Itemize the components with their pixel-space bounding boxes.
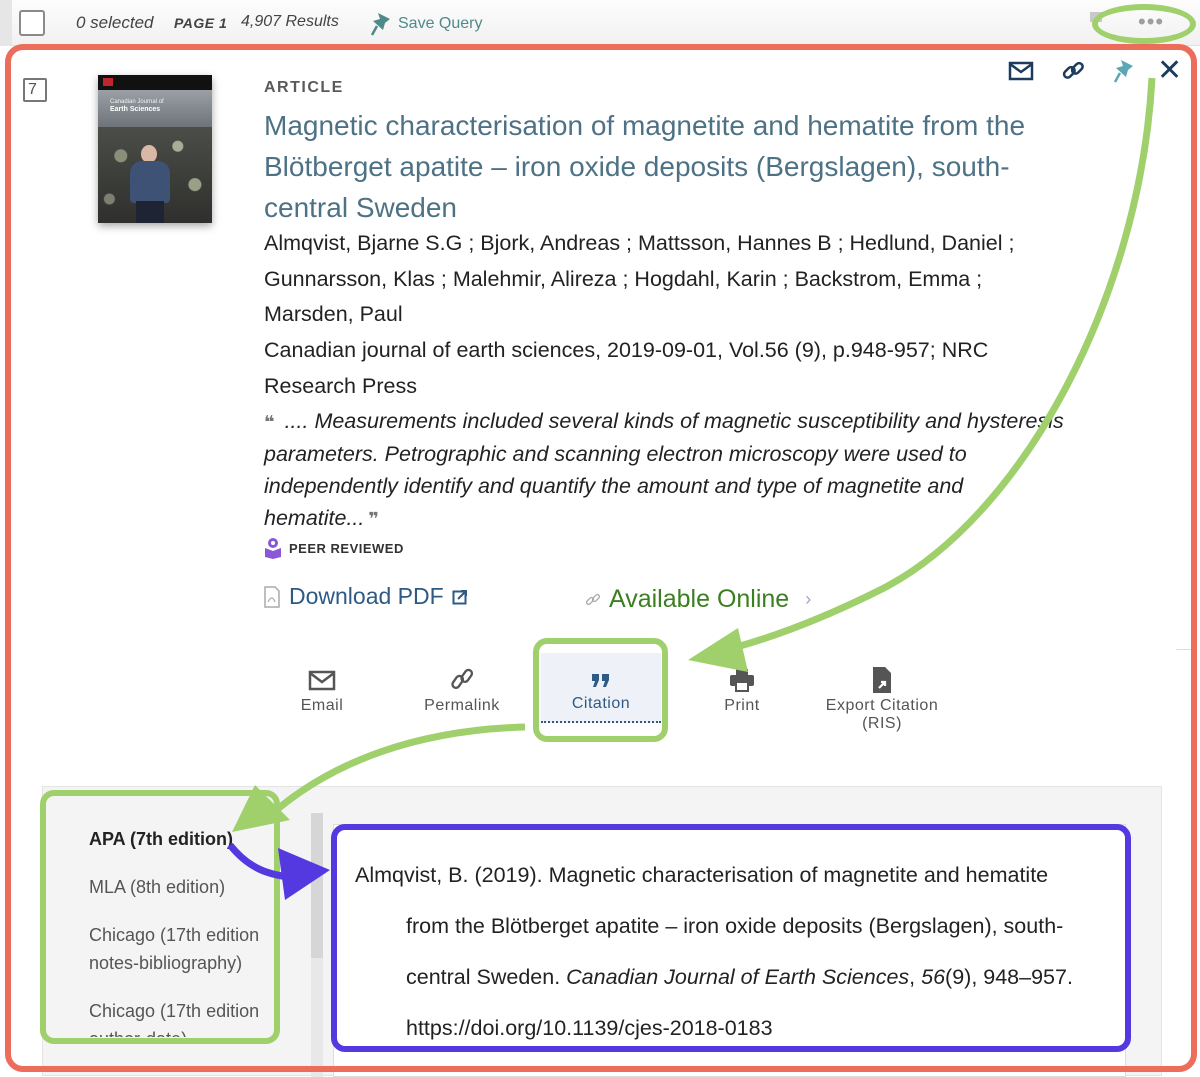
email-action-button[interactable]: Email — [262, 655, 382, 715]
record-number: 7 — [23, 78, 47, 102]
pin-icon — [370, 13, 390, 36]
results-toolbar: 0 selected PAGE 1 4,907 Results Save Que… — [0, 0, 1200, 46]
divider — [1176, 649, 1194, 650]
record-source: Canadian journal of earth sciences, 2019… — [264, 338, 989, 398]
link-icon — [451, 668, 474, 689]
chevron-right-icon: › — [805, 589, 812, 609]
pin-icon[interactable] — [1088, 10, 1104, 37]
citation-text[interactable]: Almqvist, B. (2019). Magnetic characteri… — [355, 850, 1095, 1054]
peer-reviewed-label: PEER REVIEWED — [289, 540, 404, 556]
toolbar-left-edge — [0, 0, 12, 46]
citation-style-apa[interactable]: APA (7th edition) — [89, 825, 274, 853]
results-count: 4,907 Results — [241, 13, 339, 30]
record-title-link[interactable]: Magnetic characterisation of magnetite a… — [264, 105, 1064, 228]
quote-open-icon: ❝ — [264, 412, 275, 432]
citation-style-chicago-author-date[interactable]: Chicago (17th edition author-date) — [89, 997, 274, 1037]
quote-close-icon: ❞ — [368, 509, 379, 529]
publisher-logo-icon — [103, 78, 113, 86]
permalink-action-label: Permalink — [424, 697, 500, 714]
cover-band — [98, 75, 212, 90]
pin-icon[interactable] — [1113, 58, 1135, 89]
citation-volume: 56 — [921, 965, 946, 989]
record-header-actions: ✕ — [1005, 56, 1195, 89]
journal-cover-thumbnail[interactable]: Canadian Journal of Earth Sciences — [98, 75, 212, 223]
external-link-icon — [452, 589, 467, 604]
cover-journal-line1: Canadian Journal of — [110, 99, 164, 105]
print-action-label: Print — [724, 697, 760, 714]
citation-action-button[interactable]: Citation — [541, 653, 661, 723]
permalink-action-button[interactable]: Permalink — [402, 655, 522, 715]
cover-person-body — [130, 161, 170, 203]
link-icon — [585, 593, 601, 605]
link-icon[interactable] — [1060, 58, 1086, 89]
close-icon[interactable]: ✕ — [1157, 56, 1182, 86]
style-list-scrollbar-thumb[interactable] — [311, 813, 323, 958]
peer-reviewed-badge: PEER REVIEWED — [264, 537, 404, 559]
save-query-button[interactable]: Save Query — [370, 11, 482, 37]
email-action-label: Email — [300, 697, 344, 714]
more-options-button[interactable]: ••• — [1138, 11, 1164, 33]
citation-style-chicago-notes[interactable]: Chicago (17th edition notes-bibliography… — [89, 921, 274, 977]
citation-style-mla[interactable]: MLA (8th edition) — [89, 873, 274, 901]
select-all-checkbox[interactable] — [19, 10, 45, 36]
email-icon[interactable] — [1008, 61, 1034, 86]
resource-type: ARTICLE — [264, 79, 344, 96]
cover-person-legs — [136, 201, 164, 223]
citation-journal: Canadian Journal of Earth Sciences — [566, 965, 910, 989]
record-actions-bar: Email Permalink Citation Print Export Ci… — [262, 653, 942, 765]
quote-icon — [592, 674, 609, 687]
save-query-label: Save Query — [398, 15, 483, 32]
peer-reviewed-icon — [265, 538, 281, 559]
citation-separator: , — [909, 965, 922, 989]
available-online-label: Available Online — [609, 585, 790, 613]
export-citation-label: Export Citation (RIS) — [825, 697, 939, 732]
download-pdf-link[interactable]: Download PDF — [263, 583, 468, 610]
available-online-link[interactable]: Available Online › — [585, 585, 811, 614]
email-icon — [308, 670, 336, 691]
cover-person — [128, 145, 172, 223]
print-action-button[interactable]: Print — [682, 655, 802, 715]
export-file-icon — [873, 667, 891, 693]
record-authors: Almqvist, Bjarne S.G ; Bjork, Andreas ; … — [264, 231, 1015, 326]
export-citation-ris-button[interactable]: Export Citation (RIS) — [822, 655, 942, 733]
page-indicator: PAGE 1 — [174, 15, 228, 31]
cover-journal-line2: Earth Sciences — [110, 106, 161, 113]
citation-style-list: APA (7th edition) MLA (8th edition) Chic… — [89, 825, 274, 1057]
snippet-text: .... Measurements included several kinds… — [264, 409, 1064, 530]
record-snippet: ❝.... Measurements included several kind… — [264, 405, 1064, 535]
citation-action-label: Citation — [571, 695, 631, 712]
selected-count: 0 selected — [76, 13, 154, 32]
pdf-file-icon — [264, 585, 280, 608]
printer-icon — [730, 669, 754, 692]
download-pdf-label: Download PDF — [289, 583, 444, 609]
